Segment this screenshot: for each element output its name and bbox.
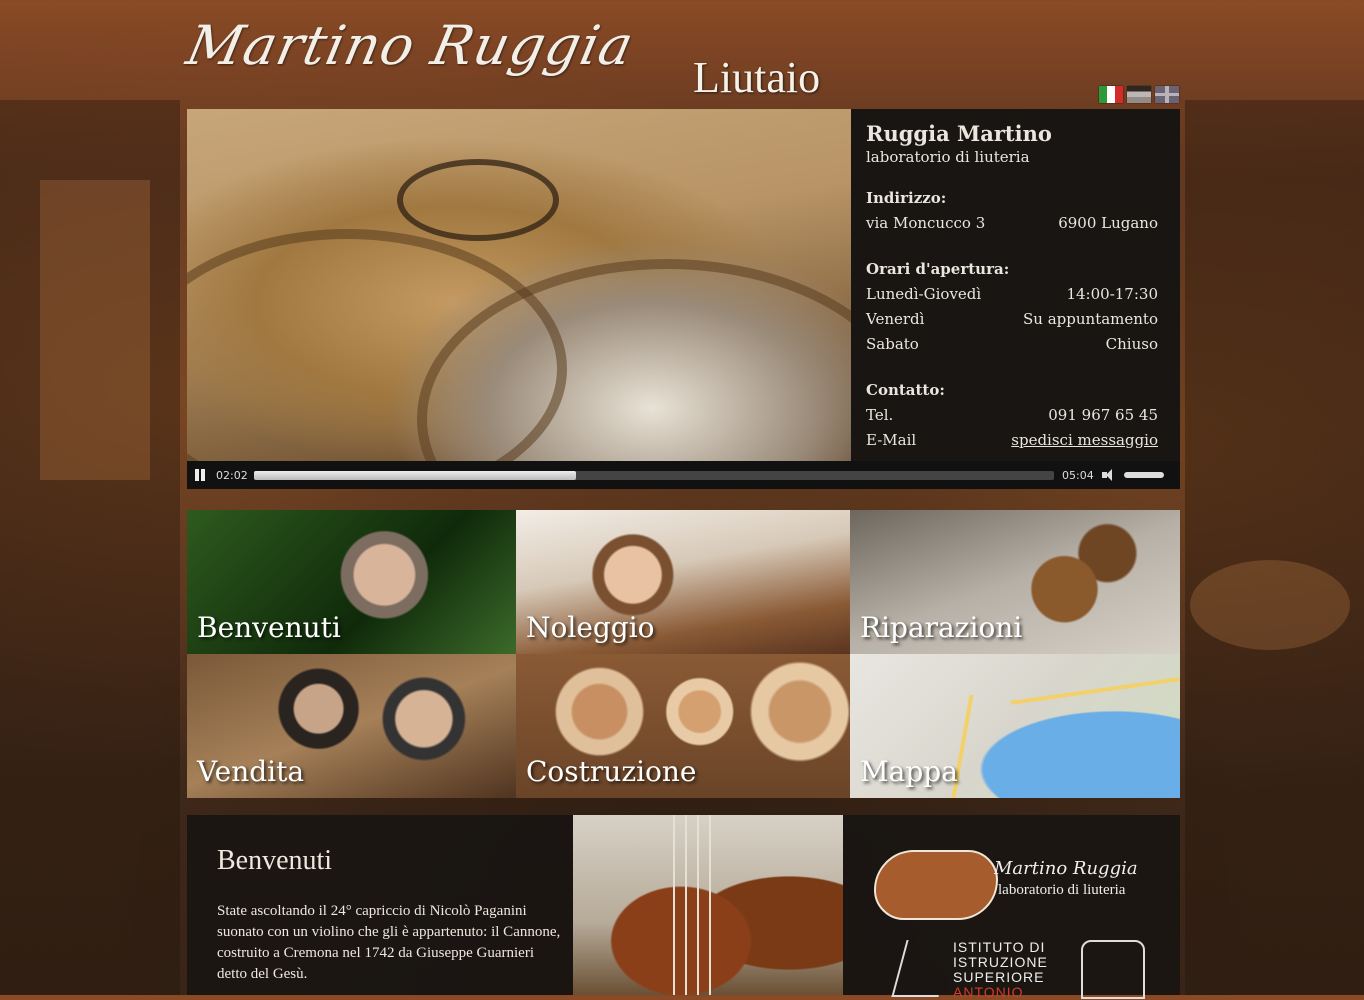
violin-photo: [573, 815, 843, 995]
address-row: via Moncucco 3 6900 Lugano: [866, 214, 1158, 232]
volume-slider[interactable]: [1124, 472, 1164, 478]
hours-day: Lunedì-Giovedì: [866, 285, 982, 303]
institute-name: ISTITUTO DI ISTRUZIONE SUPERIORE ANTONIO: [953, 940, 1048, 1000]
progress-bar[interactable]: [254, 470, 1054, 480]
hours-row: Venerdì Su appuntamento: [866, 310, 1158, 328]
email-row: E-Mail spedisci messaggio: [866, 431, 1158, 449]
background-highlight: [1190, 560, 1350, 650]
tile-label: Noleggio: [526, 611, 655, 644]
video-player: Ruggia Martino laboratorio di liuteria I…: [187, 109, 1180, 489]
background-highlight: [40, 180, 150, 480]
de-flag-icon[interactable]: [1127, 86, 1151, 103]
institute-mark-icon: [891, 940, 954, 997]
owner-subtitle: laboratorio di liuteria: [866, 148, 1030, 166]
en-flag-icon[interactable]: [1155, 86, 1179, 103]
tile-riparazioni[interactable]: Riparazioni: [850, 510, 1180, 654]
brand-script: Martino Ruggia: [994, 858, 1138, 879]
owner-name: Ruggia Martino: [866, 121, 1052, 146]
player-controls: 02:02 05:04: [187, 461, 1180, 489]
violin-string: [709, 815, 711, 995]
f-hole-detail: [397, 159, 559, 241]
current-time: 02:02: [216, 468, 248, 482]
language-switcher: [1099, 86, 1179, 103]
tile-label: Benvenuti: [197, 611, 341, 644]
tile-noleggio[interactable]: Noleggio: [516, 510, 850, 654]
email-label: E-Mail: [866, 431, 917, 449]
welcome-title: Benvenuti: [217, 845, 333, 876]
send-message-link[interactable]: spedisci messaggio: [1011, 431, 1158, 449]
institute-line: ISTITUTO DI: [953, 939, 1046, 955]
volume-icon[interactable]: [1102, 468, 1116, 482]
phone-number: 091 967 65 45: [1048, 406, 1158, 424]
it-flag-icon[interactable]: [1099, 86, 1123, 103]
contact-heading: Contatto:: [866, 381, 945, 399]
hours-day: Sabato: [866, 335, 919, 353]
phone-label: Tel.: [866, 406, 894, 424]
tile-label: Riparazioni: [860, 611, 1023, 644]
hours-time: Su appuntamento: [1023, 310, 1158, 328]
video-frame[interactable]: [187, 109, 851, 461]
address-heading: Indirizzo:: [866, 189, 947, 207]
welcome-text-block: Benvenuti State ascoltando il 24° capric…: [217, 845, 562, 985]
logo-title: Liutaio: [693, 53, 821, 102]
brand-subtitle: laboratorio di liuteria: [998, 882, 1126, 898]
map-road: [1010, 677, 1180, 705]
crest-logo-icon[interactable]: [1081, 940, 1145, 999]
tile-costruzione[interactable]: Costruzione: [516, 654, 850, 798]
tile-label: Costruzione: [526, 755, 697, 788]
tile-label: Mappa: [860, 755, 958, 788]
institute-logo[interactable]: ISTITUTO DI ISTRUZIONE SUPERIORE ANTONIO: [891, 940, 1059, 1000]
tile-label: Vendita: [197, 755, 305, 788]
phone-row: Tel. 091 967 65 45: [866, 406, 1158, 424]
logo-script-text: Martino Ruggia: [181, 14, 640, 77]
info-panel: Ruggia Martino laboratorio di liuteria I…: [851, 109, 1180, 461]
tile-mappa[interactable]: Mappa: [850, 654, 1180, 798]
institute-line: ANTONIO: [953, 984, 1024, 1000]
violin-string: [697, 815, 699, 995]
section-tiles: Benvenuti Noleggio Riparazioni Vendita C…: [187, 510, 1180, 798]
site-logo[interactable]: Martino Ruggia Liutaio: [181, 8, 868, 103]
violin-body-icon: [874, 850, 998, 920]
institute-line: SUPERIORE: [953, 969, 1045, 985]
welcome-section: Benvenuti State ascoltando il 24° capric…: [187, 815, 1180, 1000]
institute-line: ISTRUZIONE: [953, 954, 1048, 970]
brand-logo[interactable]: Martino Ruggia laboratorio di liuteria: [874, 850, 1174, 920]
total-time: 05:04: [1062, 468, 1094, 482]
tile-vendita[interactable]: Vendita: [187, 654, 516, 798]
background-wall-right: [1185, 100, 1364, 995]
street: via Moncucco 3: [866, 214, 986, 232]
hours-row: Lunedì-Giovedì 14:00-17:30: [866, 285, 1158, 303]
hours-time: Chiuso: [1105, 335, 1158, 353]
progress-fill: [254, 470, 576, 480]
violin-string: [673, 815, 675, 995]
pause-icon[interactable]: [192, 467, 208, 483]
tile-benvenuti[interactable]: Benvenuti: [187, 510, 516, 654]
hours-row: Sabato Chiuso: [866, 335, 1158, 353]
violin-string: [685, 815, 687, 995]
city: 6900 Lugano: [1058, 214, 1158, 232]
welcome-paragraph: State ascoltando il 24° capriccio di Nic…: [217, 903, 561, 982]
hours-time: 14:00-17:30: [1066, 285, 1158, 303]
hours-heading: Orari d'apertura:: [866, 260, 1010, 278]
hours-day: Venerdì: [866, 310, 925, 328]
